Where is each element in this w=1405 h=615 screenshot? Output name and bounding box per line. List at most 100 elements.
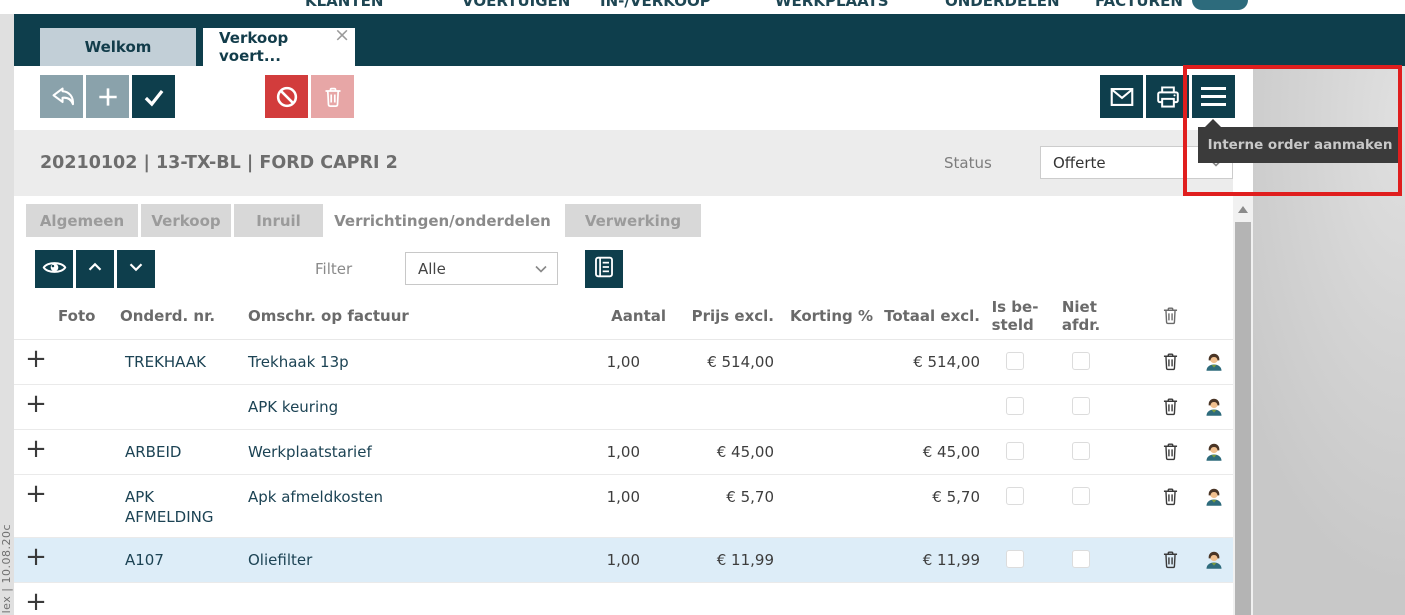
mechanic-person-icon[interactable]	[1192, 475, 1233, 537]
discount-cell[interactable]	[774, 430, 873, 474]
nav-item-in-verkoop[interactable]: IN-/VERKOOP	[600, 0, 711, 11]
expand-row-button[interactable]: +	[14, 430, 58, 474]
close-tab-icon[interactable]: ×	[334, 26, 350, 45]
filter-dropdown[interactable]: Alle	[405, 252, 558, 285]
description-cell[interactable]: Werkplaatstarief	[244, 430, 600, 474]
email-button[interactable]	[1100, 75, 1143, 118]
expand-row-button[interactable]: +	[14, 340, 58, 384]
is-besteld-cell	[980, 385, 1050, 429]
main-content: Algemeen Verkoop Inruil Verrichtingen/on…	[14, 196, 1233, 615]
app-version-text: lex | 10.08.20c	[0, 524, 14, 613]
confirm-button[interactable]	[132, 75, 175, 118]
qty-cell[interactable]: 1,00	[600, 340, 666, 384]
move-line-up-button[interactable]	[76, 250, 114, 288]
envelope-icon	[1108, 83, 1136, 111]
price-cell[interactable]	[666, 385, 774, 429]
add-button[interactable]	[86, 75, 129, 118]
move-line-down-button[interactable]	[117, 250, 155, 288]
delete-row-button[interactable]	[1148, 538, 1192, 582]
delete-row-button[interactable]	[1148, 340, 1192, 384]
order-lines-table: Foto Onderd. nr. Omschr. op factuur Aant…	[14, 292, 1233, 615]
part-number-cell[interactable]: APK AFMELDING	[110, 475, 244, 537]
subtab-inruil[interactable]: Inruil	[234, 204, 323, 237]
nav-user-pill[interactable]	[1192, 0, 1248, 10]
niet-afdr-checkbox[interactable]	[1072, 550, 1090, 568]
is-besteld-checkbox[interactable]	[1006, 397, 1024, 415]
delete-row-button[interactable]	[1148, 385, 1192, 429]
is-besteld-checkbox[interactable]	[1006, 442, 1024, 460]
qty-cell[interactable]: 1,00	[600, 430, 666, 474]
table-row: + APK AFMELDING Apk afmeldkosten 1,00 € …	[14, 475, 1233, 538]
scroll-up-button[interactable]	[1233, 196, 1253, 222]
part-number-cell[interactable]: ARBEID	[110, 430, 244, 474]
delete-button[interactable]	[311, 75, 354, 118]
internal-order-menu-button[interactable]	[1192, 75, 1235, 118]
description-cell[interactable]: Apk afmeldkosten	[244, 475, 600, 537]
subtab-verkoop[interactable]: Verkoop	[141, 204, 231, 237]
qty-cell[interactable]: 1,00	[600, 475, 666, 537]
expand-row-button[interactable]: +	[14, 583, 58, 615]
price-cell[interactable]: € 45,00	[666, 430, 774, 474]
header-niet-afdr: Niet afdr.	[1050, 292, 1112, 339]
qty-cell[interactable]	[600, 385, 666, 429]
undo-button[interactable]	[40, 75, 83, 118]
chevron-down-icon	[125, 256, 147, 282]
nav-item-klanten[interactable]: KLANTEN	[305, 0, 383, 11]
price-cell[interactable]: € 514,00	[666, 340, 774, 384]
qty-cell[interactable]: 1,00	[600, 538, 666, 582]
tooltip-arrow	[1205, 119, 1221, 127]
niet-afdr-checkbox[interactable]	[1072, 487, 1090, 505]
description-cell[interactable]: Trekhaak 13p	[244, 340, 600, 384]
niet-afdr-checkbox[interactable]	[1072, 352, 1090, 370]
delete-row-button[interactable]	[1148, 475, 1192, 537]
nav-item-voertuigen[interactable]: VOERTUIGEN	[462, 0, 570, 11]
niet-afdr-checkbox[interactable]	[1072, 397, 1090, 415]
nav-item-onderdelen[interactable]: ONDERDELEN	[945, 0, 1060, 11]
mechanic-person-icon[interactable]	[1192, 340, 1233, 384]
delete-row-button[interactable]	[1148, 430, 1192, 474]
order-title-bar: 20210102 | 13-TX-BL | FORD CAPRI 2 Statu…	[14, 130, 1233, 196]
is-besteld-checkbox[interactable]	[1006, 487, 1024, 505]
discount-cell[interactable]	[774, 340, 873, 384]
cancel-button[interactable]	[265, 75, 308, 118]
discount-cell[interactable]	[774, 385, 873, 429]
view-lines-button[interactable]	[35, 250, 73, 288]
printer-icon	[1154, 83, 1182, 111]
part-number-cell[interactable]: A107	[110, 538, 244, 582]
scrollbar-thumb[interactable]	[1235, 222, 1251, 615]
total-cell: € 45,00	[873, 430, 980, 474]
tab-welkom[interactable]: Welkom	[40, 28, 196, 66]
app-window: KLANTEN VOERTUIGEN IN-/VERKOOP WERKPLAAT…	[0, 0, 1405, 615]
description-cell[interactable]: APK keuring	[244, 385, 600, 429]
price-cell[interactable]: € 11,99	[666, 538, 774, 582]
is-besteld-checkbox[interactable]	[1006, 352, 1024, 370]
price-cell[interactable]: € 5,70	[666, 475, 774, 537]
catalog-button[interactable]	[585, 250, 623, 288]
catalog-book-icon	[591, 254, 617, 284]
expand-row-button[interactable]: +	[14, 475, 58, 537]
mechanic-person-icon[interactable]	[1192, 538, 1233, 582]
tab-verkoop-voertuig[interactable]: Verkoop voert... ×	[203, 28, 355, 66]
discount-cell[interactable]	[774, 538, 873, 582]
description-cell[interactable]: Oliefilter	[244, 538, 600, 582]
expand-row-button[interactable]: +	[14, 385, 58, 429]
print-button[interactable]	[1146, 75, 1189, 118]
subtab-verwerking[interactable]: Verwerking	[565, 204, 701, 237]
filter-value: Alle	[418, 260, 446, 278]
niet-afdr-checkbox[interactable]	[1072, 442, 1090, 460]
subtab-algemeen[interactable]: Algemeen	[26, 204, 138, 237]
discount-cell[interactable]	[774, 475, 873, 537]
subtab-verrichtingen-onderdelen[interactable]: Verrichtingen/onderdelen	[326, 204, 559, 237]
is-besteld-checkbox[interactable]	[1006, 550, 1024, 568]
header-trash-icon	[1148, 292, 1192, 339]
expand-row-button[interactable]: +	[14, 538, 58, 582]
part-number-cell[interactable]	[110, 385, 244, 429]
mechanic-person-icon[interactable]	[1192, 385, 1233, 429]
header-is-besteld: Is be- steld	[980, 292, 1050, 339]
part-number-cell[interactable]: TREKHAAK	[110, 340, 244, 384]
nav-item-werkplaats[interactable]: WERKPLAATS	[775, 0, 889, 11]
mechanic-person-icon[interactable]	[1192, 430, 1233, 474]
check-icon	[141, 84, 167, 110]
nav-item-facturen[interactable]: FACTUREN	[1095, 0, 1183, 11]
vertical-scrollbar[interactable]	[1233, 196, 1253, 615]
